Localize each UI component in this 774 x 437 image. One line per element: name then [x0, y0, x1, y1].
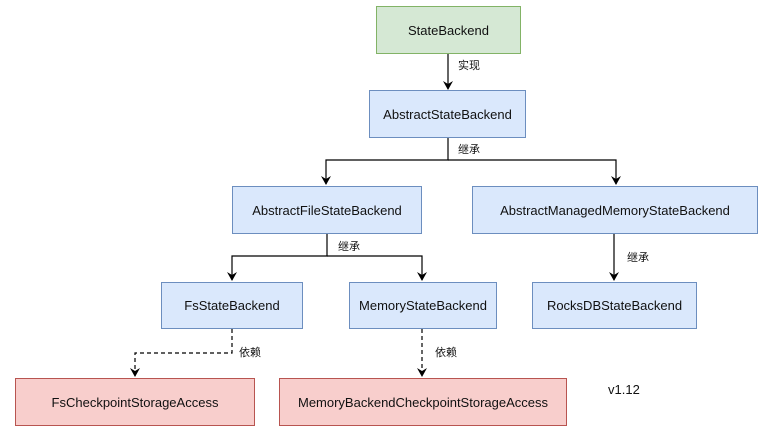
fs-state-backend-node: FsStateBackend	[161, 282, 303, 329]
abstract-file-state-backend-node: AbstractFileStateBackend	[232, 186, 422, 234]
depends-label-memory: 依赖	[434, 346, 458, 360]
memory-backend-checkpoint-storage-access-node: MemoryBackendCheckpointStorageAccess	[279, 378, 567, 426]
depends-label-fs: 依赖	[238, 346, 262, 360]
implements-label: 实现	[457, 59, 481, 73]
version-label: v1.12	[608, 382, 640, 397]
abstract-state-backend-node: AbstractStateBackend	[369, 90, 526, 138]
edge-inherits-fs	[227, 234, 328, 281]
rocksdb-state-backend-node: RocksDBStateBackend	[532, 282, 697, 329]
edge-inherits-memory	[327, 255, 427, 281]
edge-inherits-left	[321, 138, 449, 185]
inherits-label-file: 继承	[337, 240, 361, 254]
inherits-label-top: 继承	[457, 143, 481, 157]
state-backend-node: StateBackend	[376, 6, 521, 54]
edge-depends-fs	[130, 329, 233, 377]
inherits-label-rocksdb: 继承	[626, 251, 650, 265]
abstract-managed-memory-state-backend-node: AbstractManagedMemoryStateBackend	[472, 186, 758, 234]
edge-inherits-right	[448, 159, 621, 185]
fs-checkpoint-storage-access-node: FsCheckpointStorageAccess	[15, 378, 255, 426]
memory-state-backend-node: MemoryStateBackend	[349, 282, 497, 329]
